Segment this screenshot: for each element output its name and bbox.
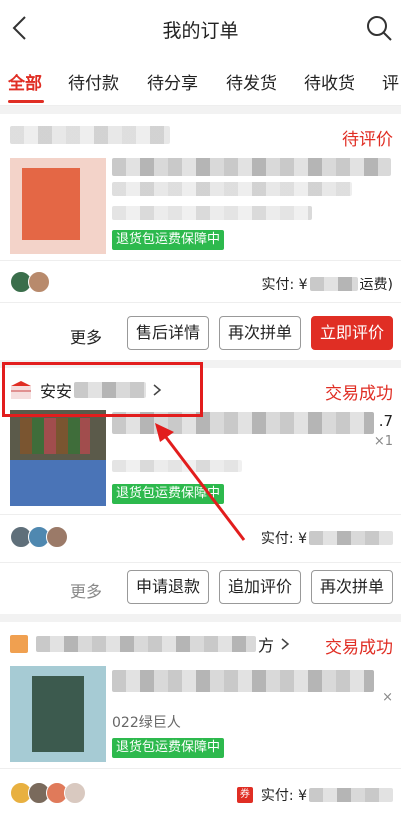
divider [0,768,401,769]
amount-blurred [309,277,358,291]
reorder-button[interactable]: 再次拼单 [219,316,301,350]
tab-pending-share[interactable]: 待分享 [147,69,198,94]
price-tail: .7 [378,412,393,430]
product-thumbnail[interactable] [10,158,106,254]
group-avatars [10,271,50,293]
order-status: 交易成功 [325,638,393,658]
payment-amount: 实付: ¥ [261,528,393,548]
coupon-icon: 券 [236,787,253,803]
group-avatars [10,526,68,548]
tab-pending-payment[interactable]: 待付款 [68,69,119,94]
shop-name: 方 [258,636,275,655]
shop-header[interactable]: 方 [10,632,290,656]
active-tab-indicator [8,100,44,103]
group-avatars [10,782,86,804]
order-status: 待评价 [342,130,393,150]
chevron-right-icon [281,638,290,650]
page-title: 我的订单 [162,20,239,42]
return-insurance-badge: 退货包运费保障中 [112,738,225,758]
divider [0,260,401,261]
amount-blurred [309,531,393,545]
order-card[interactable]: 待评价 退货包运费保障中 实付: ¥ 运费) 更多 售后详情 再次拼单 立即评价 [0,114,401,360]
divider [0,302,401,303]
tab-all[interactable]: 全部 [8,69,42,94]
divider [0,514,401,515]
product-title-blurred [112,158,391,176]
payment-label: 实付: ¥ [260,788,307,804]
payment-label: 实付: ¥ [261,277,308,293]
avatar [28,271,50,293]
shop-icon [10,635,28,653]
order-card[interactable]: 方 交易成功 × 022绿巨人 退货包运费保障中 券 实付: ¥ [0,622,401,819]
order-status: 交易成功 [325,384,393,404]
amount-blurred [309,788,393,802]
product-variant: 022绿巨人 [112,715,181,731]
search-icon[interactable] [365,14,393,42]
review-now-button[interactable]: 立即评价 [311,316,393,350]
tab-pending-receipt[interactable]: 待收货 [304,69,355,94]
product-spec-blurred [112,206,312,220]
avatar [46,526,68,548]
tab-pending-shipment[interactable]: 待发货 [226,69,277,94]
payment-amount: 实付: ¥ 运费) [261,274,393,294]
order-tabs: 全部 待付款 待分享 待发货 待收货 评 [0,56,401,106]
request-refund-button[interactable]: 申请退款 [127,570,209,604]
more-button[interactable]: 更多 [70,324,102,348]
shop-name-blurred [36,636,256,652]
divider [0,562,401,563]
avatar [64,782,86,804]
more-button[interactable]: 更多 [70,578,102,602]
return-insurance-badge: 退货包运费保障中 [112,230,225,250]
annotation-highlight-box [2,362,203,417]
quantity: × [382,690,393,705]
product-title-blurred [112,670,374,692]
payment-label: 实付: ¥ [260,531,307,547]
product-thumbnail[interactable] [10,410,106,506]
product-thumbnail[interactable] [10,666,106,762]
after-sales-details-button[interactable]: 售后详情 [127,316,209,350]
quantity: ×1 [373,434,393,449]
return-insurance-badge: 退货包运费保障中 [112,484,225,504]
reorder-button[interactable]: 再次拼单 [311,570,393,604]
shop-name-blurred [10,126,170,144]
tab-review[interactable]: 评 [382,69,399,94]
shipping-note: 运费) [359,277,393,293]
add-review-button[interactable]: 追加评价 [219,570,301,604]
top-nav-bar: 我的订单 [0,0,401,56]
payment-amount: 券 实付: ¥ [236,785,393,805]
product-spec-blurred [112,182,352,196]
product-spec-blurred [112,460,242,472]
